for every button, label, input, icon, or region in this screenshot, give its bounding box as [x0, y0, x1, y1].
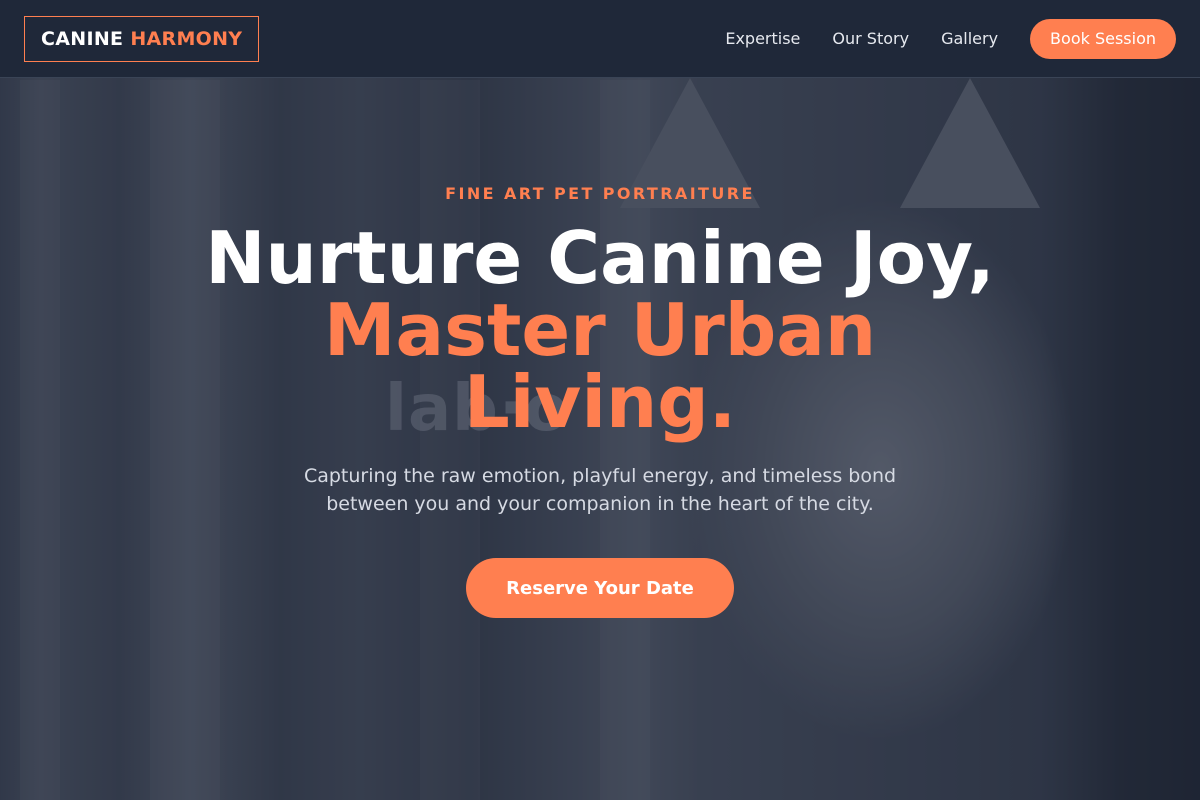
- reserve-date-button[interactable]: Reserve Your Date: [466, 558, 734, 618]
- nav-link-expertise[interactable]: Expertise: [725, 29, 800, 48]
- brand-logo[interactable]: CANINE HARMONY: [24, 15, 260, 62]
- book-session-button[interactable]: Book Session: [1030, 18, 1176, 59]
- hero-headline: Nurture Canine Joy, Master Urban Living.: [0, 222, 1200, 438]
- headline-accent-line-1: Master Urban: [323, 288, 877, 372]
- nav-link-gallery[interactable]: Gallery: [941, 29, 998, 48]
- brand-name-part1: CANINE: [41, 27, 124, 50]
- hero-subtext: Capturing the raw emotion, playful energ…: [303, 465, 897, 515]
- landing-page: lab·o CANINE HARMONY Expertise Our Story…: [0, 0, 1200, 800]
- navbar: CANINE HARMONY Expertise Our Story Galle…: [0, 0, 1200, 78]
- headline-accent-line-2: Living.: [463, 360, 737, 444]
- hero-section: FINE ART PET PORTRAITURE Nurture Canine …: [0, 0, 1200, 800]
- headline-line-1: Nurture Canine Joy,: [205, 216, 995, 300]
- hero-eyebrow: FINE ART PET PORTRAITURE: [445, 184, 755, 203]
- nav-links: Expertise Our Story Gallery Book Session: [725, 18, 1176, 59]
- nav-link-our-story[interactable]: Our Story: [832, 29, 909, 48]
- brand-name-part2: HARMONY: [130, 27, 243, 50]
